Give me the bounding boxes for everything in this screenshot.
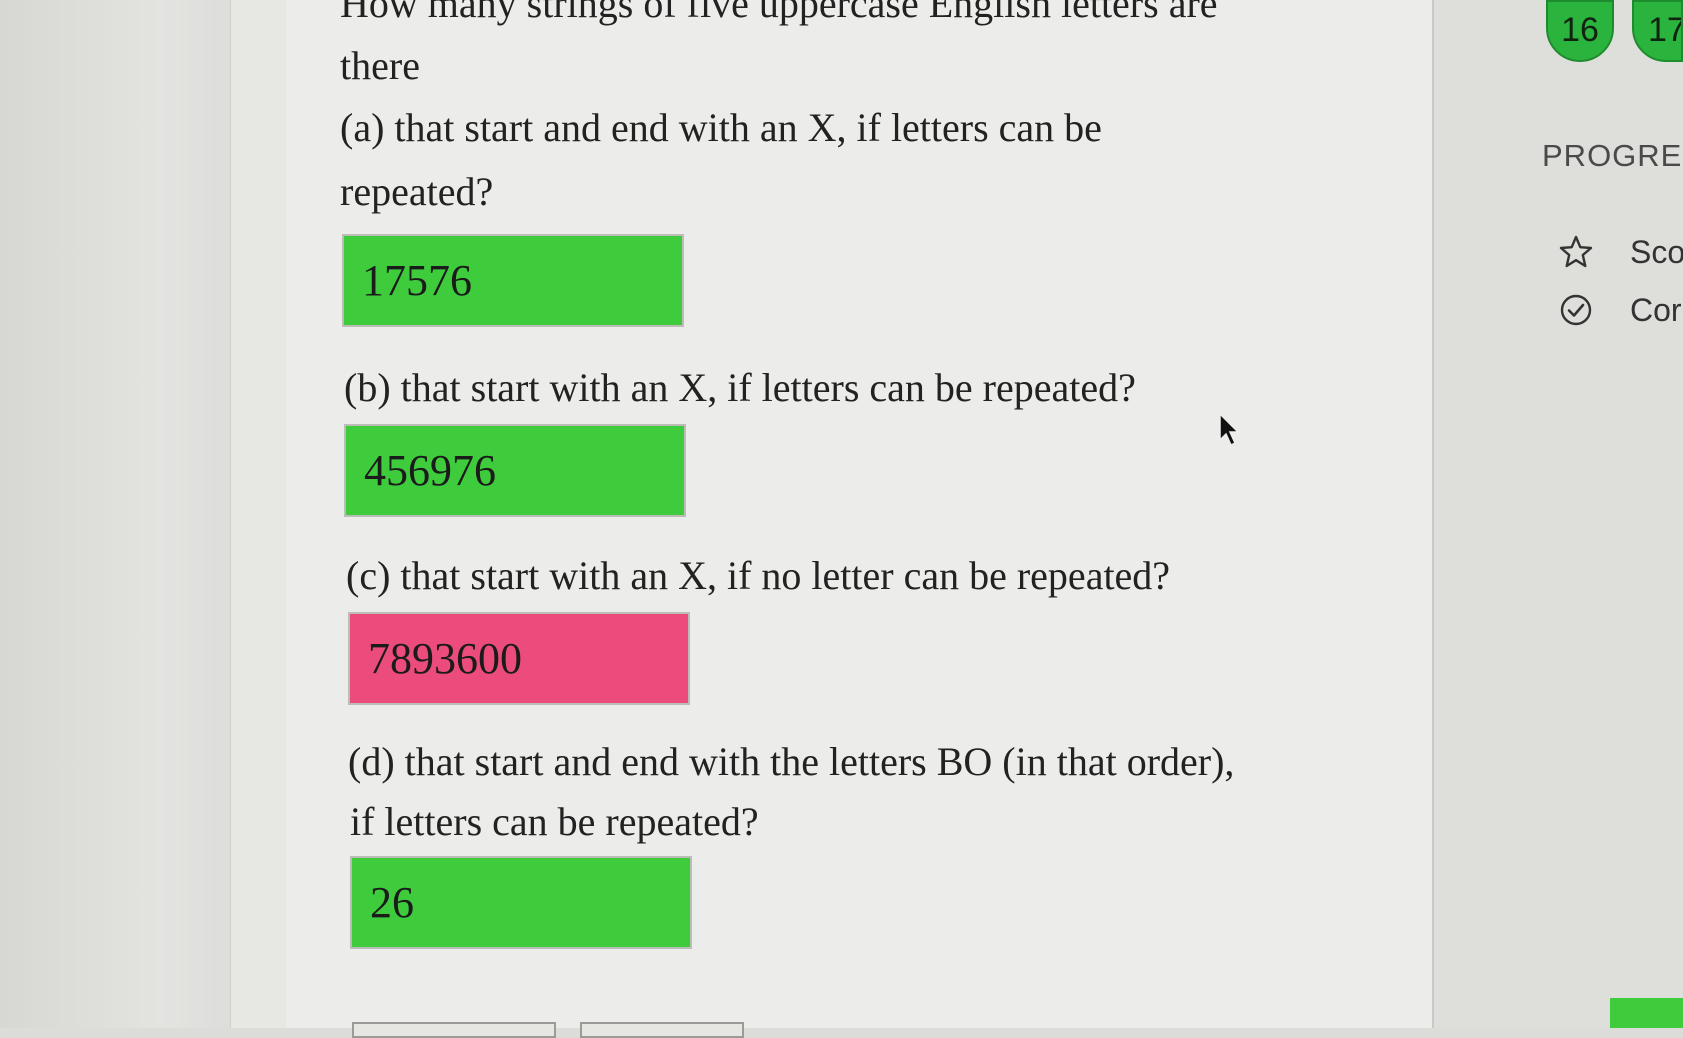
progress-correct-label: Cor (1630, 292, 1682, 328)
progress-score-label: Sco (1630, 234, 1683, 270)
left-strip (230, 0, 288, 1028)
green-action-button[interactable] (1610, 998, 1683, 1028)
check-circle-icon (1560, 294, 1592, 326)
part-d-prompt-line-1: (d) that start and end with the letters … (348, 739, 1235, 784)
part-c-answer-field[interactable]: 7893600 (348, 612, 690, 705)
question-stem-line-1: How many strings of five uppercase Engli… (340, 0, 1218, 26)
progress-heading: PROGRES (1542, 138, 1683, 173)
part-d-prompt-line-2: if letters can be repeated? (350, 799, 759, 844)
left-background (0, 0, 230, 1028)
bottom-button-right[interactable] (580, 1022, 744, 1038)
part-a-answer-field[interactable]: 17576 (342, 234, 684, 327)
progress-sidebar: 16 17 PROGRES Sco Cor (1434, 0, 1683, 1028)
question-card: How many strings of five uppercase Engli… (286, 0, 1434, 1038)
question-number-17[interactable]: 17 (1632, 0, 1683, 62)
progress-score-row: Sco (1558, 232, 1683, 272)
progress-correct-row: Cor (1558, 290, 1683, 330)
part-b-prompt: (b) that start with an X, if letters can… (344, 365, 1136, 410)
part-c-prompt: (c) that start with an X, if no letter c… (346, 553, 1171, 598)
part-a-prompt-line-1: (a) that start and end with an X, if let… (340, 105, 1102, 150)
question-stem-line-2: there (340, 43, 420, 88)
star-icon (1559, 235, 1593, 268)
question-number-16[interactable]: 16 (1546, 0, 1614, 62)
part-d-answer-field[interactable]: 26 (350, 856, 692, 949)
part-b-answer-field[interactable]: 456976 (344, 424, 686, 517)
bottom-button-left[interactable] (352, 1022, 556, 1038)
part-a-prompt-line-2: repeated? (340, 169, 494, 214)
mouse-cursor-icon (1219, 412, 1240, 447)
